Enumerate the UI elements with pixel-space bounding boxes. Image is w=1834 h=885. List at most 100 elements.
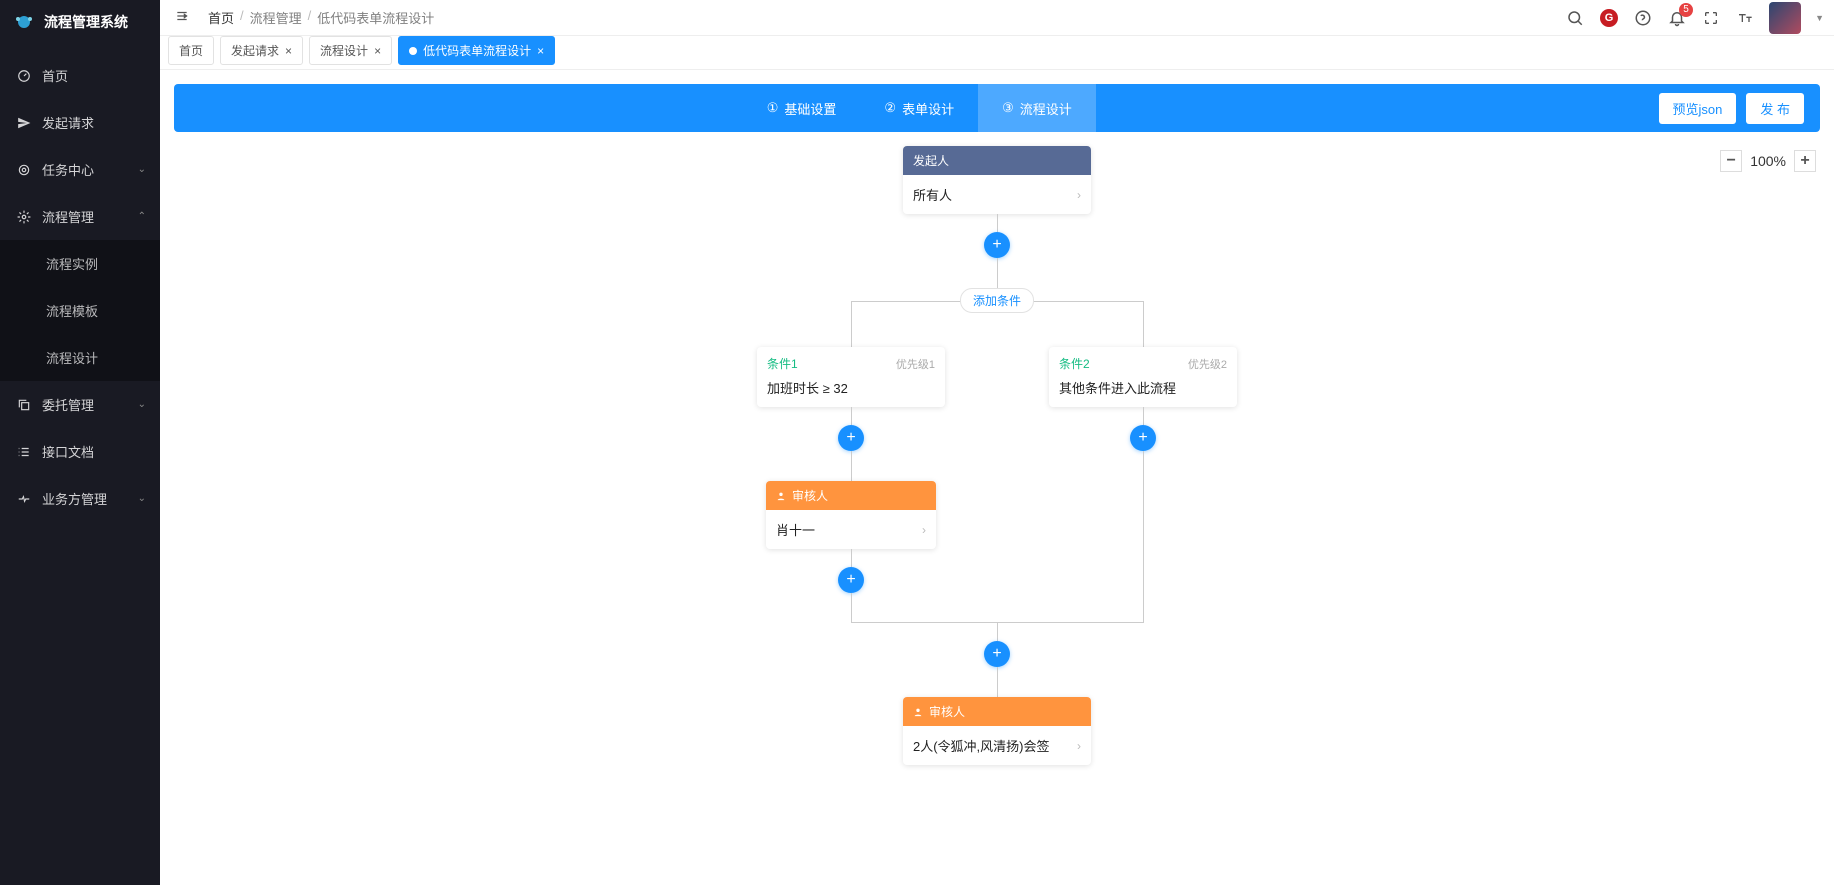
- sidebar-item-request[interactable]: 发起请求: [0, 99, 160, 146]
- sidebar-item-label: 流程实例: [46, 254, 98, 273]
- sidebar-item-tasks[interactable]: 任务中心 ⌄: [0, 146, 160, 193]
- step-num: ②: [884, 100, 896, 116]
- zoom-in-button[interactable]: +: [1794, 150, 1816, 172]
- condition-node-1[interactable]: 条件1 优先级1 加班时长 ≥ 32: [757, 347, 945, 407]
- chevron-right-icon: ›: [1077, 188, 1081, 202]
- sidebar-item-instance[interactable]: 流程实例: [0, 240, 160, 287]
- dashboard-icon: [16, 68, 32, 84]
- sidebar-item-template[interactable]: 流程模板: [0, 287, 160, 334]
- tab-home[interactable]: 首页: [168, 36, 214, 65]
- step-basic[interactable]: ① 基础设置: [743, 84, 861, 132]
- sidebar-item-label: 发起请求: [42, 113, 94, 132]
- node-body: 2人(令狐冲,风清扬)会签: [913, 736, 1050, 755]
- gitee-icon[interactable]: G: [1599, 8, 1619, 28]
- help-icon[interactable]: [1633, 8, 1653, 28]
- chevron-down-icon: ⌄: [138, 399, 146, 410]
- avatar[interactable]: [1769, 2, 1801, 34]
- sidebar-item-label: 首页: [42, 66, 68, 85]
- sidebar-item-label: 流程设计: [46, 348, 98, 367]
- gear-icon: [16, 209, 32, 225]
- dot-icon: [409, 47, 417, 55]
- close-icon[interactable]: ×: [285, 44, 292, 58]
- condition-priority: 优先级2: [1188, 356, 1227, 372]
- chevron-right-icon: ›: [1077, 739, 1081, 753]
- sidebar-item-label: 流程管理: [42, 207, 94, 226]
- sidebar-item-business[interactable]: 业务方管理 ⌄: [0, 475, 160, 522]
- zoom-value: 100%: [1750, 153, 1786, 169]
- sidebar-item-design[interactable]: 流程设计: [0, 334, 160, 381]
- publish-button[interactable]: 发 布: [1746, 93, 1804, 124]
- step-label: 流程设计: [1020, 99, 1072, 118]
- zoom-control: − 100% +: [1720, 150, 1816, 172]
- step-form[interactable]: ②表单设计: [860, 84, 978, 132]
- tab-label: 首页: [179, 42, 203, 59]
- zoom-out-button[interactable]: −: [1720, 150, 1742, 172]
- target-icon: [16, 162, 32, 178]
- sidebar-item-label: 接口文档: [42, 442, 94, 461]
- chevron-down-icon: ⌄: [138, 164, 146, 175]
- sidebar-item-api-doc[interactable]: 接口文档: [0, 428, 160, 475]
- node-body: 所有人: [913, 185, 952, 204]
- collapse-icon[interactable]: [170, 5, 194, 30]
- approver-node-1[interactable]: 审核人 肖十一 ›: [766, 481, 936, 549]
- sidebar-item-process-mgmt[interactable]: 流程管理 ⌃: [0, 193, 160, 240]
- condition-node-2[interactable]: 条件2 优先级2 其他条件进入此流程: [1049, 347, 1237, 407]
- header: 首页 / 流程管理 / 低代码表单流程设计 G 5 ▼: [160, 0, 1834, 36]
- biz-icon: [16, 491, 32, 507]
- add-node-button[interactable]: +: [984, 232, 1010, 258]
- breadcrumb-item[interactable]: 流程管理: [250, 8, 302, 27]
- condition-body: 其他条件进入此流程: [1059, 378, 1227, 397]
- condition-name: 条件2: [1059, 355, 1090, 372]
- sidebar-item-delegate[interactable]: 委托管理 ⌄: [0, 381, 160, 428]
- node-header: 审核人: [766, 481, 936, 510]
- start-node[interactable]: 发起人 所有人 ›: [903, 146, 1091, 214]
- bell-icon[interactable]: 5: [1667, 8, 1687, 28]
- dropdown-icon[interactable]: ▼: [1815, 13, 1824, 23]
- chevron-up-icon: ⌃: [138, 211, 146, 222]
- condition-name: 条件1: [767, 355, 798, 372]
- preview-json-button[interactable]: 预览json: [1659, 93, 1737, 124]
- condition-body: 加班时长 ≥ 32: [767, 378, 935, 397]
- logo-icon: [12, 10, 36, 34]
- notif-badge: 5: [1679, 3, 1693, 17]
- step-num: ①: [767, 100, 779, 116]
- fullscreen-icon[interactable]: [1701, 8, 1721, 28]
- chevron-right-icon: ›: [922, 523, 926, 537]
- approver-node-2[interactable]: 审核人 2人(令狐冲,风清扬)会签 ›: [903, 697, 1091, 765]
- tab-request[interactable]: 发起请求 ×: [220, 36, 303, 65]
- node-header: 审核人: [903, 697, 1091, 726]
- add-node-button[interactable]: +: [1130, 425, 1156, 451]
- add-node-button[interactable]: +: [838, 567, 864, 593]
- add-node-button[interactable]: +: [984, 641, 1010, 667]
- close-icon[interactable]: ×: [374, 44, 381, 58]
- chevron-down-icon: ⌄: [138, 493, 146, 504]
- node-header: 发起人: [903, 146, 1091, 175]
- step-flow[interactable]: ③ 流程设计: [978, 84, 1096, 132]
- toolbar: ① 基础设置 ②表单设计 ③ 流程设计 预览json 发 布: [174, 84, 1820, 132]
- add-condition-button[interactable]: 添加条件: [960, 288, 1034, 313]
- sidebar-item-label: 业务方管理: [42, 489, 107, 508]
- breadcrumb-item[interactable]: 首页: [208, 8, 234, 27]
- condition-priority: 优先级1: [896, 356, 935, 372]
- add-node-button[interactable]: +: [838, 425, 864, 451]
- sidebar-item-label: 任务中心: [42, 160, 94, 179]
- sidebar-item-label: 流程模板: [46, 301, 98, 320]
- tab-lowcode[interactable]: 低代码表单流程设计 ×: [398, 36, 555, 65]
- send-icon: [16, 115, 32, 131]
- tab-label: 流程设计: [320, 42, 368, 59]
- sidebar-item-label: 委托管理: [42, 395, 94, 414]
- tab-design[interactable]: 流程设计 ×: [309, 36, 392, 65]
- fontsize-icon[interactable]: [1735, 8, 1755, 28]
- app-name: 流程管理系统: [44, 12, 128, 32]
- sidebar-item-home[interactable]: 首页: [0, 52, 160, 99]
- search-icon[interactable]: [1565, 8, 1585, 28]
- node-body: 肖十一: [776, 520, 815, 539]
- breadcrumb-item[interactable]: 低代码表单流程设计: [317, 8, 434, 27]
- tab-label: 低代码表单流程设计: [423, 42, 531, 59]
- step-num: ③: [1002, 100, 1014, 116]
- tabs: 首页 发起请求 × 流程设计 × 低代码表单流程设计 ×: [160, 36, 1834, 70]
- tab-label: 发起请求: [231, 42, 279, 59]
- step-label: 基础设置: [784, 99, 836, 118]
- close-icon[interactable]: ×: [537, 44, 544, 58]
- breadcrumb: 首页 / 流程管理 / 低代码表单流程设计: [208, 8, 434, 27]
